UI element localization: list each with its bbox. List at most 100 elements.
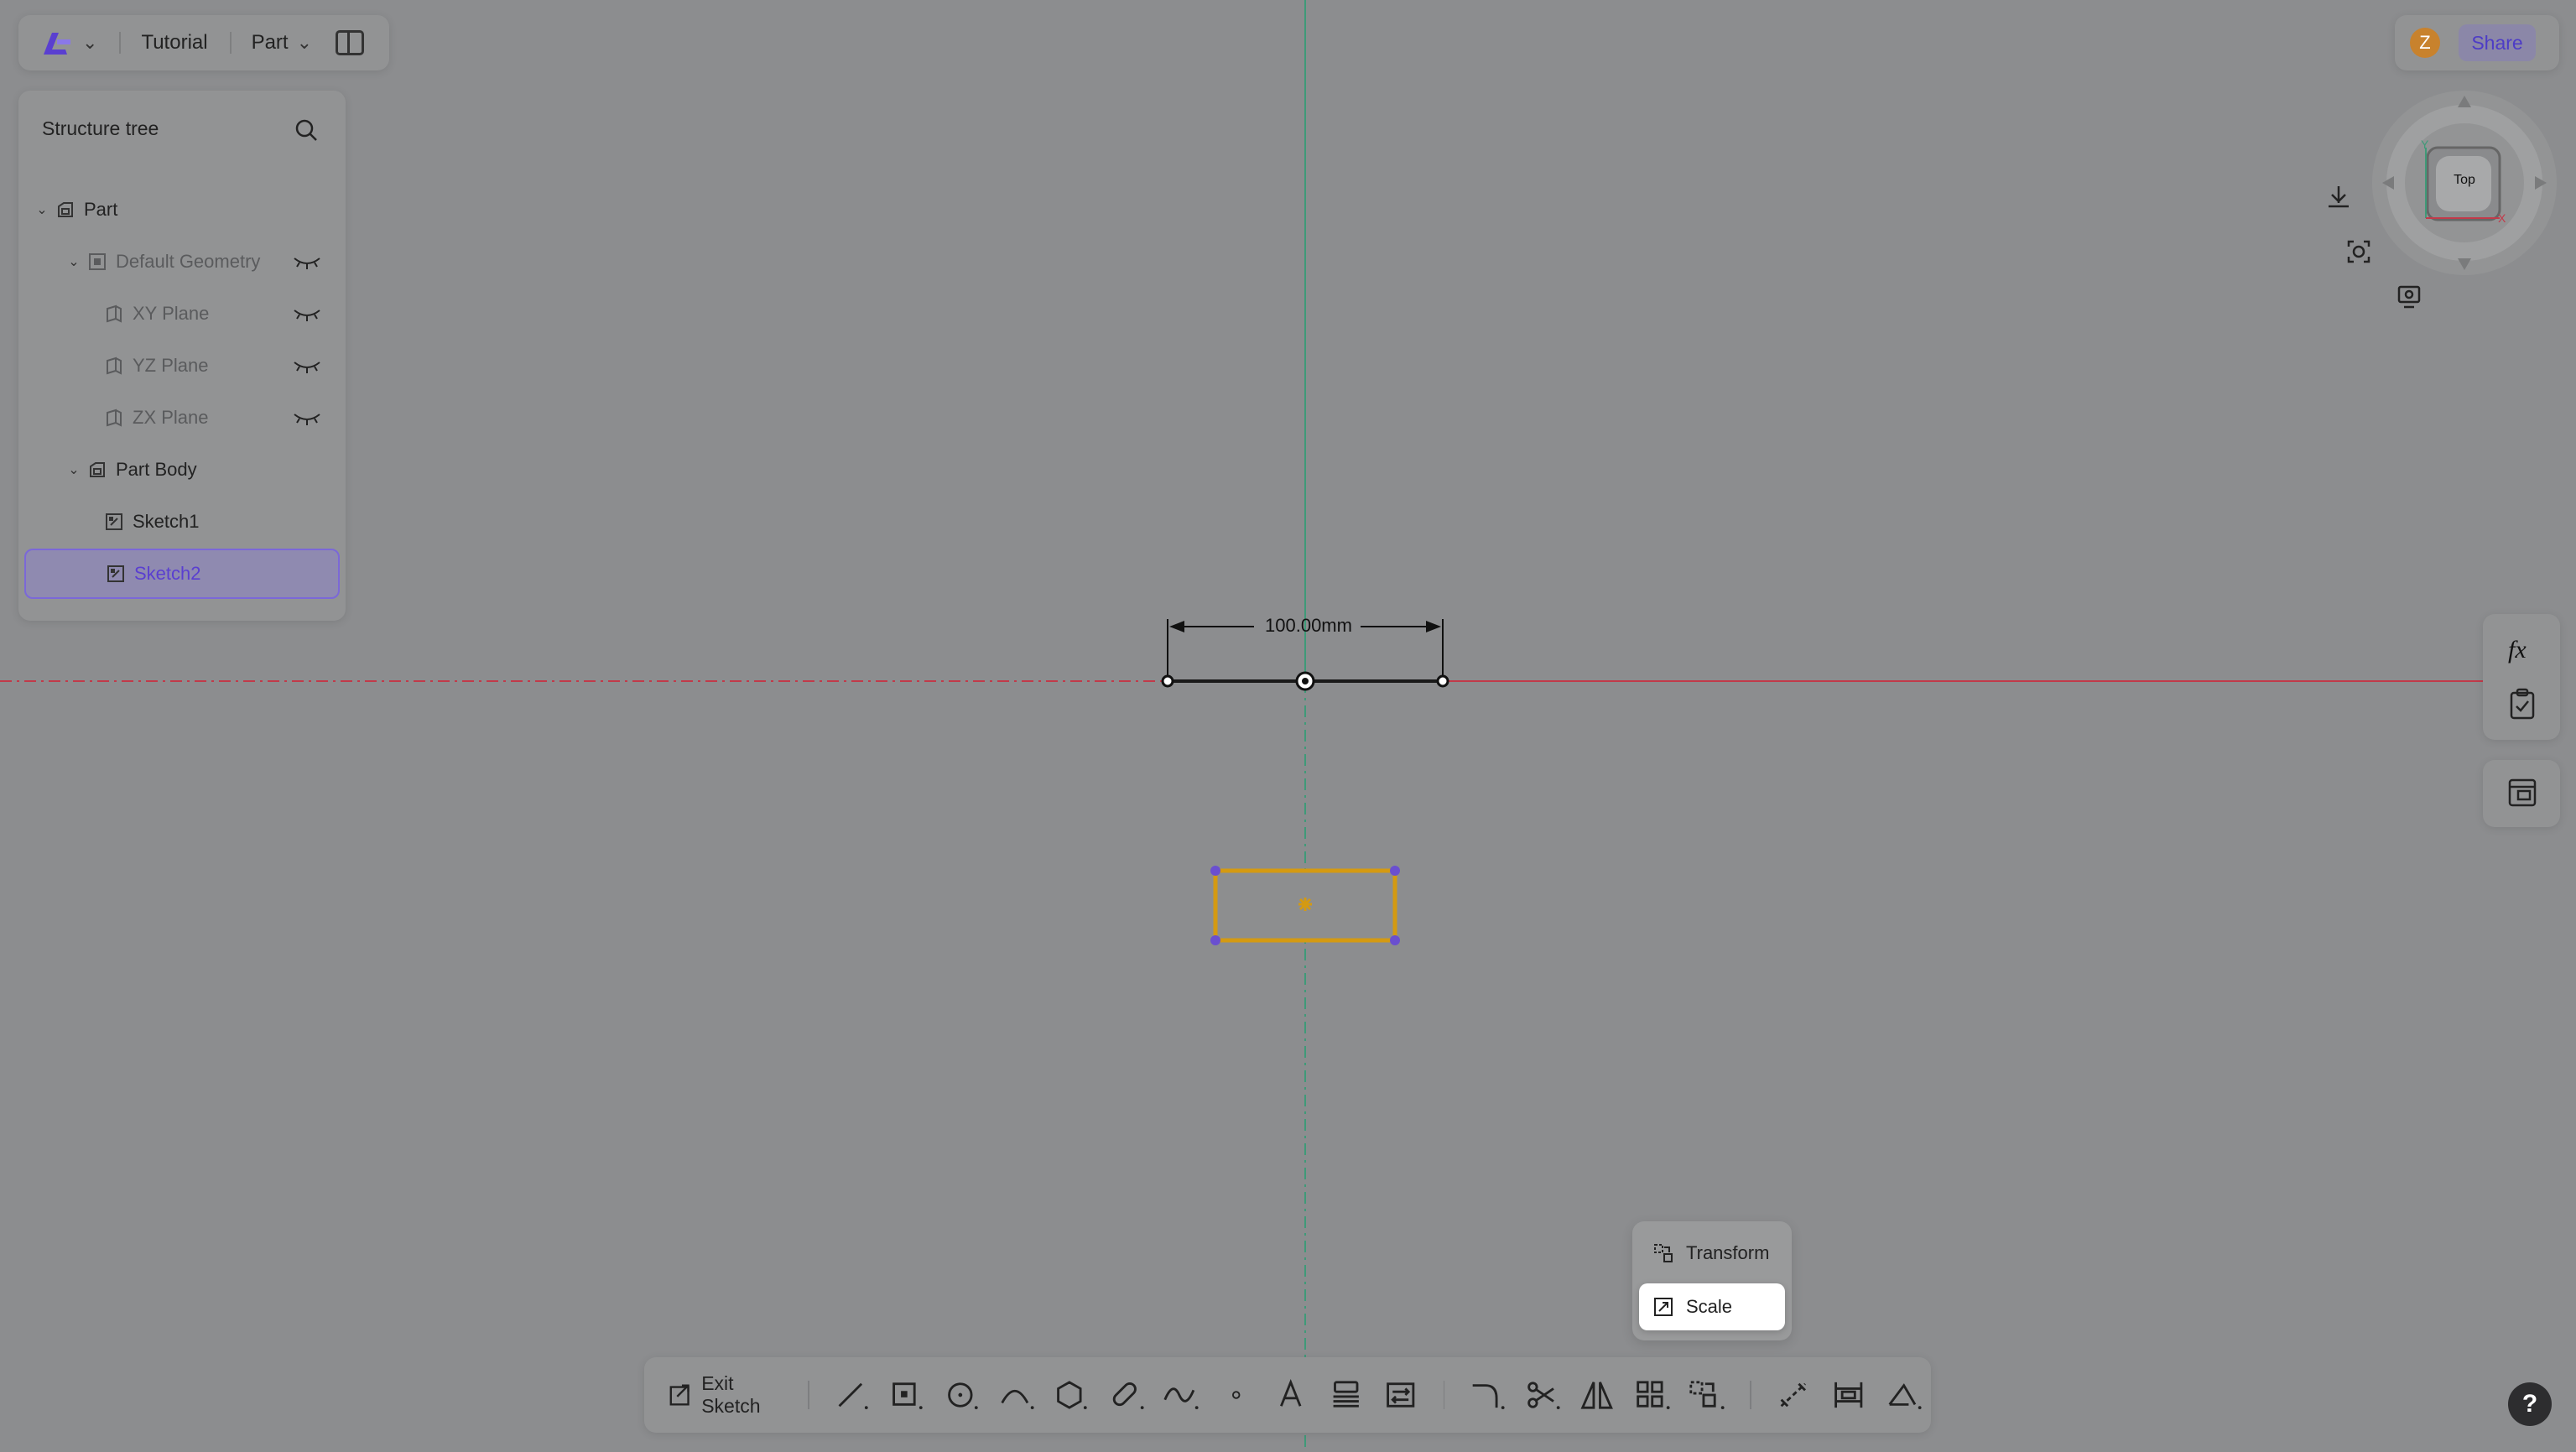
exit-sketch-button[interactable]: Exit Sketch bbox=[668, 1372, 793, 1418]
chevron-down-icon[interactable]: ⌄ bbox=[82, 32, 97, 54]
chevron-down-icon[interactable]: ⌄ bbox=[34, 201, 50, 218]
right-tools-panel-2 bbox=[2483, 760, 2560, 827]
circle-tool-icon[interactable] bbox=[943, 1375, 981, 1415]
eye-closed-icon[interactable] bbox=[292, 304, 322, 324]
view-cube[interactable] bbox=[2349, 84, 2567, 302]
tree-item-default-geometry[interactable]: ⌄ Default Geometry bbox=[18, 238, 346, 285]
toggle-sidebar-icon[interactable] bbox=[336, 30, 365, 55]
project-tool-icon[interactable] bbox=[1327, 1375, 1365, 1415]
part-icon bbox=[58, 202, 73, 217]
dimension-arrow-right bbox=[1426, 621, 1441, 632]
line-endpoint-left bbox=[1161, 674, 1174, 688]
menu-item-label: Transform bbox=[1686, 1242, 1770, 1263]
chevron-down-icon[interactable]: ⌄ bbox=[65, 461, 82, 478]
divider bbox=[807, 1381, 809, 1409]
sketch-icon bbox=[106, 513, 122, 530]
help-button[interactable]: ? bbox=[2508, 1382, 2552, 1426]
spline-tool-icon[interactable] bbox=[1162, 1375, 1200, 1415]
axis-y-label: Y bbox=[2421, 138, 2429, 151]
point-tool-icon[interactable] bbox=[1217, 1375, 1255, 1415]
exit-sketch-label: Exit Sketch bbox=[701, 1372, 761, 1417]
constraint-tool-icon[interactable] bbox=[1885, 1375, 1923, 1415]
view-cube-label: Top bbox=[2454, 173, 2475, 187]
divider bbox=[1749, 1381, 1751, 1409]
tree-item-xy-plane[interactable]: XY Plane bbox=[18, 290, 346, 337]
line-tool-icon[interactable] bbox=[833, 1375, 871, 1415]
menu-item-label: Scale bbox=[1686, 1296, 1733, 1317]
mirror-tool-icon[interactable] bbox=[1578, 1375, 1616, 1415]
eye-closed-icon[interactable] bbox=[292, 252, 322, 272]
search-icon[interactable] bbox=[294, 117, 319, 143]
chevron-down-icon[interactable]: ⌄ bbox=[65, 253, 82, 270]
plane-icon bbox=[107, 356, 122, 375]
avatar[interactable]: Z bbox=[2410, 28, 2440, 58]
tree-item-label: Default Geometry bbox=[116, 251, 261, 272]
tree-item-zx-plane[interactable]: ZX Plane bbox=[18, 394, 346, 441]
dimension-arrow-left bbox=[1169, 621, 1184, 632]
fit-view-icon[interactable] bbox=[2345, 238, 2372, 265]
arc-tool-icon[interactable] bbox=[997, 1375, 1035, 1415]
sketch-icon bbox=[107, 565, 124, 582]
rectangle-tool-icon[interactable] bbox=[887, 1375, 925, 1415]
polygon-tool-icon[interactable] bbox=[1052, 1375, 1090, 1415]
divider bbox=[119, 32, 122, 54]
sketch-toolbar: Exit Sketch bbox=[644, 1357, 1931, 1433]
tree-item-label: XY Plane bbox=[133, 303, 210, 324]
display-mode-icon[interactable] bbox=[2396, 284, 2422, 310]
divider bbox=[1443, 1381, 1445, 1409]
dimension-label[interactable]: 100.00mm bbox=[1258, 615, 1359, 637]
tree-item-label: Part Body bbox=[116, 459, 197, 480]
pattern-tool-icon[interactable] bbox=[1633, 1375, 1671, 1415]
tree-item-label: ZX Plane bbox=[133, 407, 209, 428]
app-logo-icon[interactable] bbox=[40, 26, 77, 60]
divider bbox=[229, 32, 232, 54]
center-mark bbox=[1298, 898, 1312, 911]
trim-tool-icon[interactable] bbox=[1523, 1375, 1561, 1415]
structure-tree-panel: Structure tree ⌄ Part ⌄ Default Geometry… bbox=[18, 91, 346, 621]
check-clipboard-icon[interactable] bbox=[2508, 688, 2537, 720]
share-button[interactable]: Share bbox=[2459, 24, 2536, 61]
menu-item-transform[interactable]: Transform bbox=[1639, 1230, 1785, 1277]
right-tools-panel: fx bbox=[2483, 614, 2560, 740]
formula-icon[interactable]: fx bbox=[2506, 634, 2538, 666]
svg-text:fx: fx bbox=[2508, 636, 2527, 664]
tree-item-yz-plane[interactable]: YZ Plane bbox=[18, 342, 346, 389]
home-view-icon[interactable] bbox=[2325, 183, 2352, 210]
offset-tool-icon[interactable] bbox=[1382, 1375, 1419, 1415]
chevron-down-icon: ⌄ bbox=[296, 32, 313, 53]
fillet-tool-icon[interactable] bbox=[1468, 1375, 1506, 1415]
sketch-canvas[interactable] bbox=[0, 0, 2576, 1452]
tree-item-label: YZ Plane bbox=[133, 355, 209, 376]
top-toolbar: ⌄ Tutorial Part ⌄ bbox=[18, 15, 389, 70]
text-tool-icon[interactable] bbox=[1272, 1375, 1309, 1415]
header-right: Z Share bbox=[2395, 15, 2559, 70]
tree-item-part[interactable]: ⌄ Part bbox=[18, 186, 346, 233]
structure-tree-title: Structure tree bbox=[42, 117, 159, 139]
part-body-icon bbox=[90, 462, 105, 477]
tree-item-sketch1[interactable]: Sketch1 bbox=[18, 498, 346, 545]
eye-closed-icon[interactable] bbox=[292, 408, 322, 428]
slot-tool-icon[interactable] bbox=[1107, 1375, 1145, 1415]
axis-x-label: X bbox=[2498, 211, 2506, 225]
tree-item-label: Part bbox=[84, 199, 118, 220]
part-label: Part bbox=[251, 31, 289, 54]
tree-item-part-body[interactable]: ⌄ Part Body bbox=[18, 446, 346, 493]
transform-popup-menu: Transform Scale bbox=[1632, 1221, 1792, 1340]
transform-tool-icon[interactable] bbox=[1688, 1375, 1725, 1415]
part-dropdown[interactable]: Part ⌄ bbox=[252, 31, 312, 55]
scale-icon bbox=[1654, 1298, 1673, 1316]
table-icon[interactable] bbox=[2506, 777, 2538, 809]
geometry-folder-icon bbox=[89, 253, 106, 270]
tree-item-sketch2[interactable]: Sketch2 bbox=[24, 549, 340, 599]
tree-item-label: Sketch1 bbox=[133, 511, 200, 532]
eye-closed-icon[interactable] bbox=[292, 356, 322, 376]
plane-icon bbox=[107, 409, 122, 427]
plane-icon bbox=[107, 304, 122, 323]
exit-sketch-icon bbox=[669, 1384, 690, 1406]
dimension-tool-icon[interactable] bbox=[1829, 1375, 1867, 1415]
transform-icon bbox=[1654, 1244, 1673, 1262]
menu-item-scale[interactable]: Scale bbox=[1639, 1283, 1785, 1330]
line-endpoint-right bbox=[1436, 674, 1449, 688]
project-name[interactable]: Tutorial bbox=[141, 31, 207, 55]
construction-line-icon[interactable] bbox=[1775, 1375, 1813, 1415]
